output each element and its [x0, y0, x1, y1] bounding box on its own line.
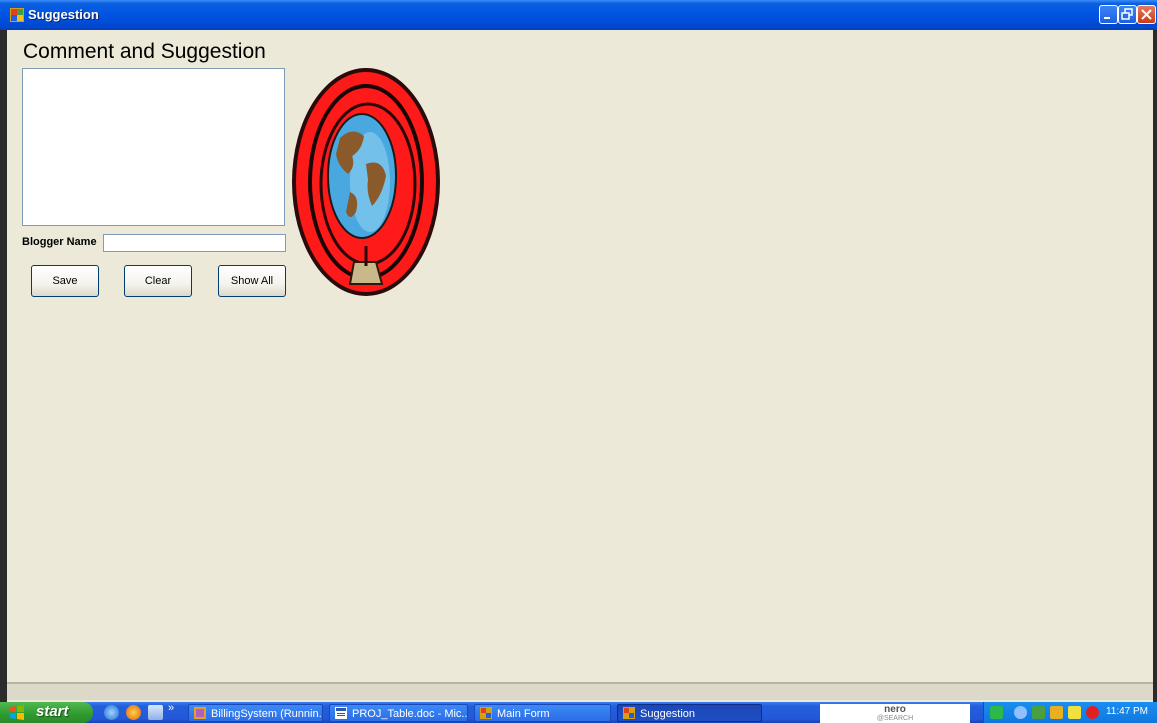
close-button[interactable]: [1137, 5, 1156, 24]
visual-studio-icon: [194, 707, 206, 719]
title-bar[interactable]: Suggestion: [0, 0, 1157, 30]
quick-launch-more[interactable]: »: [168, 702, 174, 714]
app-window-icon: [10, 8, 24, 22]
network-tray-icon[interactable]: [1032, 706, 1045, 719]
show-desktop-icon[interactable]: [148, 705, 163, 720]
taskbar: start » BillingSystem (Runnin... PROJ_Ta…: [0, 702, 1157, 723]
firefox-icon[interactable]: [126, 705, 141, 720]
restore-icon: [1121, 8, 1133, 20]
task-main-form[interactable]: Main Form: [474, 704, 611, 722]
task-label: BillingSystem (Runnin...: [211, 708, 323, 720]
minimize-button[interactable]: [1099, 5, 1118, 24]
window-right-edge: [1153, 0, 1157, 723]
window-bottom-area: [7, 684, 1153, 700]
back-tray-icon[interactable]: [1014, 706, 1027, 719]
task-billingsystem[interactable]: BillingSystem (Runnin...: [188, 704, 323, 722]
windows-flag-icon: [10, 705, 24, 720]
word-document-icon: [335, 707, 347, 719]
comment-textarea[interactable]: [22, 68, 285, 226]
minimize-icon: [1104, 17, 1110, 19]
nero-search-toolbar[interactable]: nero @SEARCH: [820, 704, 970, 723]
task-label: Main Form: [497, 708, 550, 720]
form-window-icon: [480, 707, 492, 719]
arrow-tray-icon[interactable]: [990, 706, 1003, 719]
internet-explorer-icon[interactable]: [104, 705, 119, 720]
form-window-icon: [623, 707, 635, 719]
window-left-edge: [0, 0, 7, 723]
blogger-name-input[interactable]: [103, 234, 286, 252]
close-icon: [1141, 9, 1152, 20]
task-suggestion[interactable]: Suggestion: [617, 704, 762, 722]
start-label: start: [36, 703, 69, 720]
show-all-button[interactable]: Show All: [218, 265, 286, 297]
globe-emblem-image: [292, 68, 440, 296]
restore-button[interactable]: [1118, 5, 1137, 24]
save-button[interactable]: Save: [31, 265, 99, 297]
start-button[interactable]: start: [0, 702, 93, 723]
security-tray-icon[interactable]: [1086, 706, 1099, 719]
window-title: Suggestion: [28, 7, 99, 22]
task-label: Suggestion: [640, 708, 696, 720]
task-label: PROJ_Table.doc - Mic...: [352, 708, 468, 720]
form-heading: Comment and Suggestion: [23, 40, 266, 63]
task-proj-table-doc[interactable]: PROJ_Table.doc - Mic...: [329, 704, 468, 722]
system-tray: 11:47 PM: [983, 702, 1157, 723]
clock: 11:47 PM: [1105, 706, 1148, 717]
nero-search-text: @SEARCH: [876, 715, 914, 722]
nero-logo-text: nero: [884, 704, 906, 715]
blogger-name-label: Blogger Name: [22, 236, 97, 248]
app-tray-icon[interactable]: [1050, 706, 1063, 719]
clear-button[interactable]: Clear: [124, 265, 192, 297]
update-tray-icon[interactable]: [1068, 706, 1081, 719]
